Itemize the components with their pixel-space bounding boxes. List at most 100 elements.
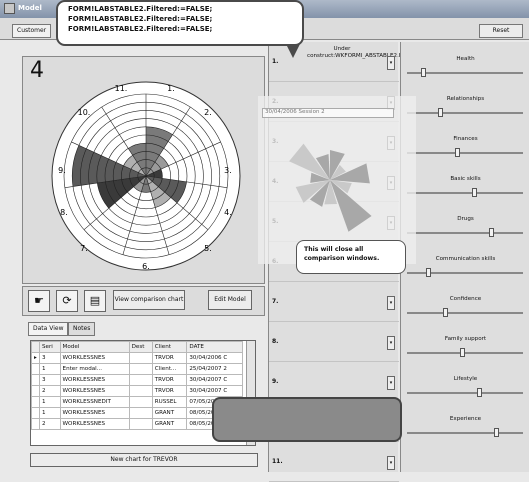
table-cell[interactable] [128, 374, 153, 386]
table-cell[interactable] [128, 418, 153, 430]
tab-data-view[interactable]: Data View [28, 322, 69, 336]
table-cell[interactable]: TRVOR [151, 352, 188, 364]
chart-label: 7. [80, 244, 88, 253]
radial-chart[interactable]: 11. 1. 10. 2. 3. 9. 4. 8. 5. 7. 6. [46, 76, 246, 276]
view-comparison-button[interactable]: View comparison chart [113, 290, 185, 310]
slider-thumb[interactable] [421, 68, 426, 77]
row-selector[interactable] [31, 396, 40, 408]
chart-number: 4 [30, 58, 44, 83]
table-cell[interactable] [128, 352, 153, 364]
table-cell[interactable]: 30/04/2006 C [186, 352, 243, 364]
table-row[interactable]: ▸ 3 WORKLESSNES TRVOR 30/04/2006 C [31, 352, 243, 364]
slider-track[interactable] [407, 432, 523, 434]
row-selector[interactable]: ▸ [31, 352, 40, 364]
row-selector[interactable] [31, 363, 40, 375]
slider-thumb[interactable] [455, 148, 460, 157]
slider-label: Confidence [449, 296, 482, 302]
table-cell[interactable]: WORKLESSNES [59, 374, 130, 386]
slider-thumb[interactable] [460, 348, 465, 357]
table-cell[interactable]: WORKLESSNEDIT [59, 396, 130, 408]
slider-thumb[interactable] [438, 108, 443, 117]
table-cell[interactable]: GRANT [151, 418, 188, 430]
slider-track[interactable] [407, 352, 523, 354]
slider-label: Communication skills [435, 256, 496, 262]
table-cell[interactable]: 2 [39, 385, 61, 397]
table-cell[interactable]: 30/04/2007 C [186, 374, 243, 386]
table-row[interactable]: 3 WORKLESSNES TRVOR 30/04/2007 C [31, 374, 243, 386]
construct-dropdown-button[interactable]: ▾ [387, 376, 395, 390]
table-row[interactable]: 1 Enter modal... Client... 25/04/2007 2 [31, 363, 243, 375]
slider-label: Finances [453, 136, 478, 142]
table-cell[interactable] [128, 363, 153, 375]
table-cell[interactable]: 30/04/2007 C [186, 385, 243, 397]
table-cell[interactable]: WORKLESSNES [59, 385, 130, 397]
row-selector[interactable] [31, 385, 40, 397]
table-cell[interactable]: TRVOR [151, 385, 188, 397]
hand-pointer-icon[interactable]: ☛ [28, 290, 50, 312]
construct-row[interactable]: 9. ▾ [269, 362, 399, 402]
row-selector[interactable] [31, 418, 40, 430]
row-selector[interactable] [31, 374, 40, 386]
construct-dropdown-button[interactable]: ▾ [387, 296, 395, 310]
table-cell[interactable]: 2 [39, 418, 61, 430]
col-header[interactable]: DATE [186, 341, 243, 353]
reset-button[interactable]: Reset [479, 24, 523, 38]
refresh-icon[interactable]: ⟳ [56, 290, 78, 312]
col-header[interactable]: Seri [39, 341, 61, 353]
table-cell[interactable]: 1 [39, 396, 61, 408]
construct-row[interactable]: 11. ▾ [269, 442, 399, 482]
table-row[interactable]: 2 WORKLESSNES TRVOR 30/04/2007 C [31, 385, 243, 397]
table-cell[interactable]: 25/04/2007 2 [186, 363, 243, 375]
tab-notes[interactable]: Notes [68, 322, 96, 336]
table-cell[interactable]: Enter modal... [59, 363, 130, 375]
construct-dropdown-button[interactable]: ▾ [387, 456, 395, 470]
slider-track[interactable] [407, 192, 523, 194]
new-chart-button[interactable]: New chart for TREVOR [30, 453, 258, 467]
table-row[interactable]: 1 WORKLESSNES GRANT 08/05/2007 [31, 407, 243, 419]
slider-track[interactable] [407, 152, 523, 154]
slider-label: Basic skills [450, 176, 481, 182]
slider-track[interactable] [407, 272, 523, 274]
slider-track[interactable] [407, 312, 523, 314]
col-header[interactable]: Dest [128, 341, 153, 353]
table-cell[interactable] [128, 385, 153, 397]
overlay-panel [212, 397, 402, 442]
table-cell[interactable] [128, 407, 153, 419]
table-cell[interactable]: WORKLESSNES [59, 352, 130, 364]
tab-customer[interactable]: Customer [12, 24, 52, 38]
table-cell[interactable]: 1 [39, 407, 61, 419]
table-cell[interactable]: GRANT [151, 407, 188, 419]
table-row[interactable]: 1 WORKLESSNEDIT RUSSEL 07/05/2007 [31, 396, 243, 408]
slider-thumb[interactable] [443, 308, 448, 317]
table-cell[interactable]: 3 [39, 352, 61, 364]
table-cell[interactable]: Client... [151, 363, 188, 375]
table-cell[interactable]: 1 [39, 363, 61, 375]
col-header[interactable]: Model [59, 341, 130, 353]
table-cell[interactable]: WORKLESSNES [59, 418, 130, 430]
table-cell[interactable] [128, 396, 153, 408]
slider-thumb[interactable] [426, 268, 431, 277]
slider-thumb[interactable] [494, 428, 499, 437]
slider-track[interactable] [407, 392, 523, 394]
col-header[interactable]: Client [151, 341, 188, 353]
table-cell[interactable]: 3 [39, 374, 61, 386]
slider-track[interactable] [407, 112, 523, 114]
construct-dropdown-button[interactable]: ▾ [387, 336, 395, 350]
construct-number: 8. [272, 338, 279, 345]
edit-model-button[interactable]: Edit Model [208, 290, 252, 310]
construct-row[interactable]: 7. ▾ [269, 282, 399, 322]
document-icon[interactable]: ▤ [84, 290, 106, 312]
chart-label: 9. [58, 166, 66, 175]
table-row[interactable]: 2 WORKLESSNES GRANT 08/05/2007 [31, 418, 243, 430]
construct-dropdown-button[interactable]: ▾ [387, 56, 395, 70]
table-cell[interactable]: TRVOR [151, 374, 188, 386]
row-selector[interactable] [31, 407, 40, 419]
construct-row[interactable]: 8. ▾ [269, 322, 399, 362]
table-cell[interactable]: WORKLESSNES [59, 407, 130, 419]
slider-thumb[interactable] [477, 388, 482, 397]
chart-label: 10. [78, 108, 91, 117]
slider-track[interactable] [407, 232, 523, 234]
slider-thumb[interactable] [489, 228, 494, 237]
slider-thumb[interactable] [472, 188, 477, 197]
table-cell[interactable]: RUSSEL [151, 396, 188, 408]
